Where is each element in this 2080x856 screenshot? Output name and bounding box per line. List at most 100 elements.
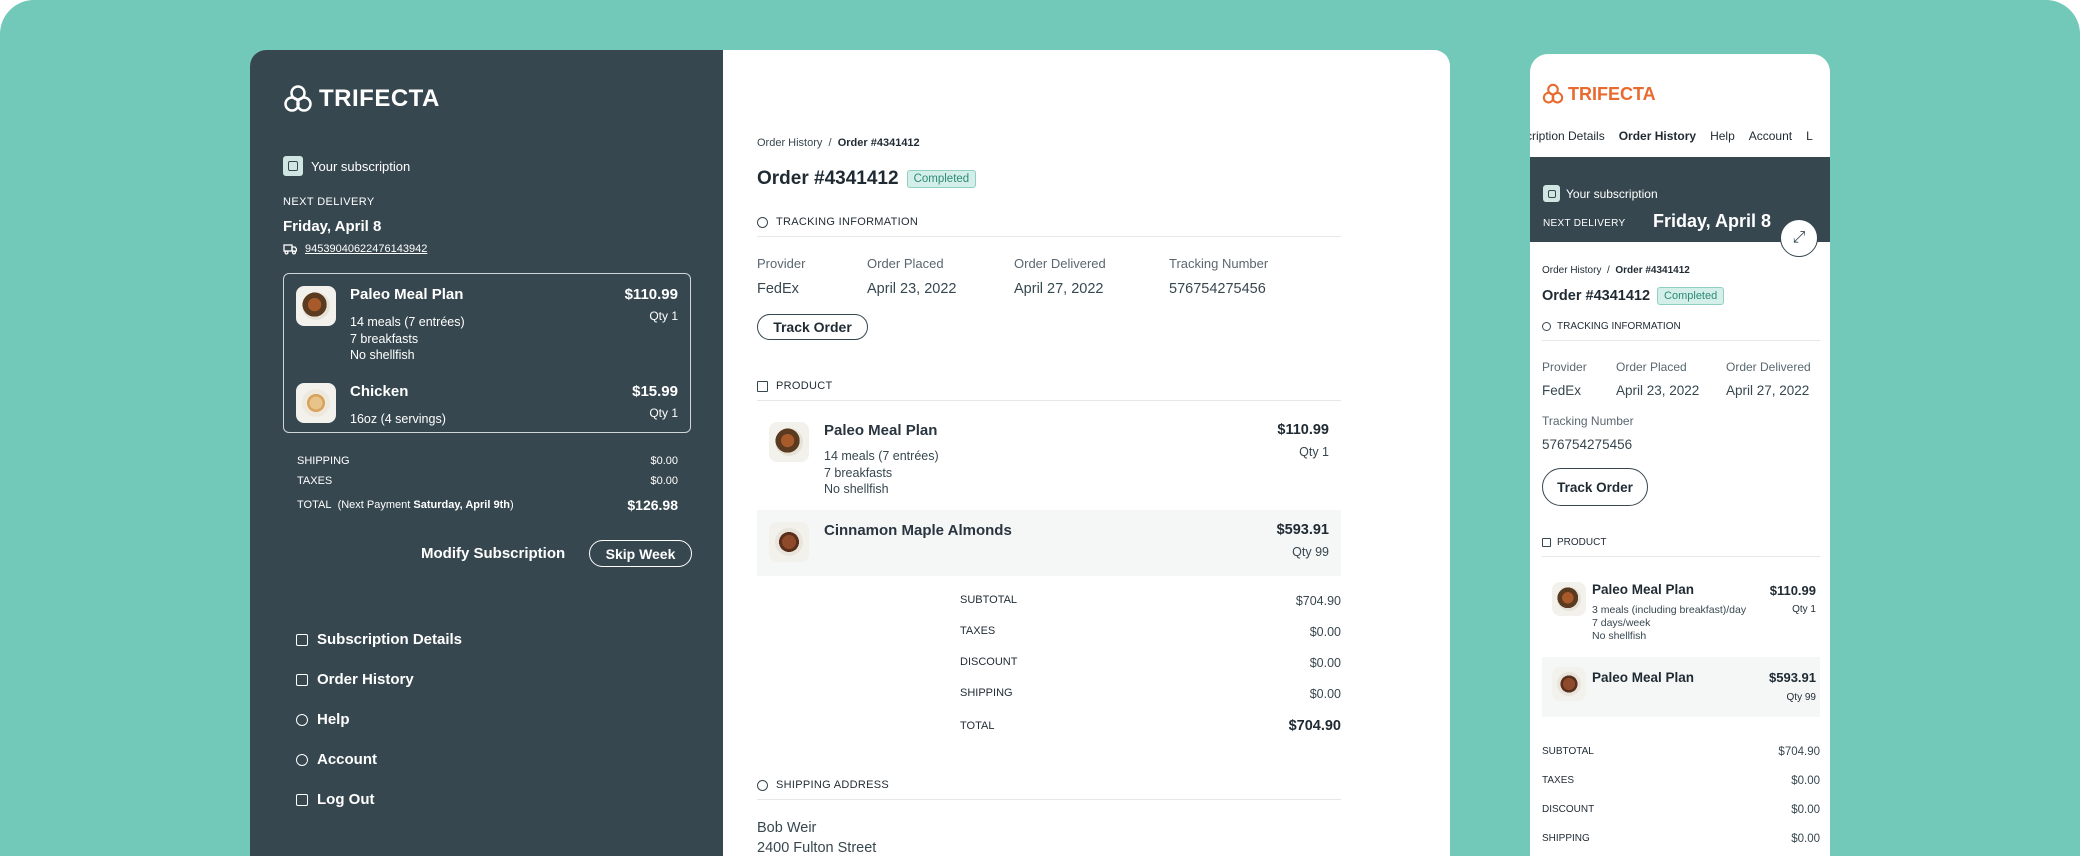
tracking-section-header: TRACKING INFORMATION [757, 216, 1341, 237]
product-name: Paleo Meal Plan [1592, 582, 1695, 597]
next-delivery-date: Friday, April 8 [1653, 211, 1772, 231]
logout-icon [296, 793, 308, 806]
breadcrumb-order-history[interactable]: Order History [757, 137, 822, 149]
tab-log-out[interactable]: L [1806, 129, 1813, 143]
track-order-button[interactable]: Track Order [1542, 468, 1648, 506]
table-row: Paleo Meal Plan $593.91 Qty 99 [1542, 657, 1820, 717]
product-section-header: PRODUCT [757, 380, 1341, 401]
grand-total-row: TOTAL $704.90 [960, 718, 1341, 734]
crosshair-icon [1542, 322, 1551, 331]
tracking-number-label: Tracking Number [1542, 414, 1634, 428]
subscription-items-card: Paleo Meal Plan $110.99 Qty 1 14 meals (… [283, 273, 691, 433]
item-name: Paleo Meal Plan [350, 286, 464, 303]
tracking-link[interactable]: 94539040622476143942 [283, 243, 427, 255]
brand-logo[interactable]: TRIFECTA [283, 84, 440, 114]
shipping-row: SHIPPING $0.00 [960, 687, 1341, 701]
total-label: DISCOUNT [1542, 804, 1595, 815]
tab-subscription-details[interactable]: scription Details [1530, 129, 1605, 143]
next-payment-date: Saturday, April 9th [413, 499, 510, 511]
taxes-value: $0.00 [650, 475, 678, 487]
location-pin-icon [757, 779, 768, 791]
item-detail: No shellfish [350, 348, 415, 362]
brand-name: TRIFECTA [319, 85, 440, 112]
subscription-label: Your subscription [1566, 186, 1658, 201]
discount-row: DISCOUNT $0.00 [1542, 804, 1820, 816]
shipping-section-header: SHIPPING ADDRESS [757, 779, 1341, 800]
subtotal-row: SUBTOTAL $704.90 [1542, 746, 1820, 758]
item-qty: Qty 1 [649, 406, 678, 420]
order-delivered-label: Order Delivered [1726, 360, 1811, 374]
tab-help[interactable]: Help [1710, 129, 1735, 143]
subscription-icon [1543, 185, 1560, 202]
address-name: Bob Weir [757, 820, 817, 836]
modify-subscription-button[interactable]: Modify Subscription [421, 545, 565, 562]
brand-name: TRIFECTA [1568, 83, 1656, 104]
total-label: TOTAL [297, 499, 332, 511]
product-qty: Qty 99 [1786, 692, 1816, 703]
utensils-icon [757, 380, 768, 392]
provider-label: Provider [757, 256, 806, 271]
total-value: $704.90 [1295, 594, 1341, 608]
breadcrumb-separator: / [1607, 265, 1610, 276]
nav-item-account[interactable]: Account [296, 751, 377, 768]
order-number: Order #4341412 [1542, 288, 1651, 304]
nav-item-subscription-details[interactable]: Subscription Details [296, 631, 462, 648]
tracking-heading: TRACKING INFORMATION [776, 216, 919, 228]
total-label: DISCOUNT [960, 656, 1018, 668]
list-item: Paleo Meal Plan $110.99 Qty 1 14 meals (… [296, 286, 678, 366]
nav-label: Log Out [317, 791, 375, 808]
breadcrumb-order-history[interactable]: Order History [1542, 265, 1601, 276]
nav-item-order-history[interactable]: Order History [296, 671, 414, 688]
order-delivered-value: April 27, 2022 [1726, 383, 1810, 398]
item-qty: Qty 1 [649, 309, 678, 323]
item-detail: 14 meals (7 entrées) [350, 315, 465, 329]
expand-icon[interactable]: ⤢ [1780, 219, 1818, 257]
item-detail: 16oz (4 servings) [350, 412, 446, 426]
nav-label: Order History [317, 671, 414, 688]
breadcrumb-current: Order #4341412 [837, 137, 920, 149]
subscription-header: Your subscription [1543, 185, 1658, 202]
mobile-nav-tabs: scription Details Order History Help Acc… [1530, 129, 1830, 143]
skip-week-button[interactable]: Skip Week [589, 540, 692, 567]
total-value: $0.00 [1791, 775, 1820, 787]
tracking-heading: TRACKING INFORMATION [1557, 321, 1681, 332]
next-delivery-label: NEXT DELIVERY [1543, 218, 1626, 229]
taxes-row: TAXES $0.00 [297, 475, 678, 487]
item-price: $110.99 [624, 286, 678, 303]
subscription-icon [283, 156, 303, 176]
status-badge: Completed [906, 170, 977, 188]
receipt-icon [296, 673, 308, 686]
address-street: 2400 Fulton Street [757, 840, 877, 856]
shipping-row: SHIPPING $0.00 [297, 455, 678, 467]
table-row: Paleo Meal Plan $110.99 Qty 1 3 meals (i… [1542, 572, 1820, 652]
product-name: Paleo Meal Plan [824, 422, 938, 439]
list-item: Chicken $15.99 Qty 1 16oz (4 servings) [296, 383, 678, 428]
nav-item-log-out[interactable]: Log Out [296, 791, 374, 808]
total-value: $0.00 [1791, 833, 1820, 845]
order-placed-value: April 23, 2022 [1616, 383, 1700, 398]
tab-order-history[interactable]: Order History [1619, 129, 1696, 143]
provider-value: FedEx [757, 281, 799, 297]
page-title: Order #4341412 Completed [757, 168, 977, 190]
total-value: $704.90 [1288, 718, 1341, 734]
order-delivered-value: April 27, 2022 [1014, 281, 1104, 297]
tracking-number[interactable]: 94539040622476143942 [305, 243, 427, 255]
product-price: $110.99 [1769, 583, 1816, 598]
truck-icon [283, 243, 297, 255]
mobile-brand-logo[interactable]: TRIFECTA [1542, 83, 1656, 105]
tab-account[interactable]: Account [1749, 129, 1792, 143]
total-value: $0.00 [1309, 687, 1341, 701]
product-detail: 3 meals (including breakfast)/day [1592, 604, 1747, 616]
track-order-button[interactable]: Track Order [757, 314, 868, 340]
provider-label: Provider [1542, 360, 1587, 374]
meal-thumbnail [296, 286, 336, 326]
product-qty: Qty 1 [1299, 445, 1329, 459]
product-heading: PRODUCT [776, 380, 833, 392]
product-qty: Qty 1 [1792, 604, 1816, 615]
nav-item-help[interactable]: Help [296, 711, 350, 728]
table-row: Cinnamon Maple Almonds $593.91 Qty 99 [757, 510, 1341, 576]
order-placed-label: Order Placed [1616, 360, 1687, 374]
table-row: Paleo Meal Plan $110.99 Qty 1 14 meals (… [757, 410, 1341, 506]
taxes-row: TAXES $0.00 [1542, 775, 1820, 787]
product-detail: No shellfish [824, 482, 889, 496]
